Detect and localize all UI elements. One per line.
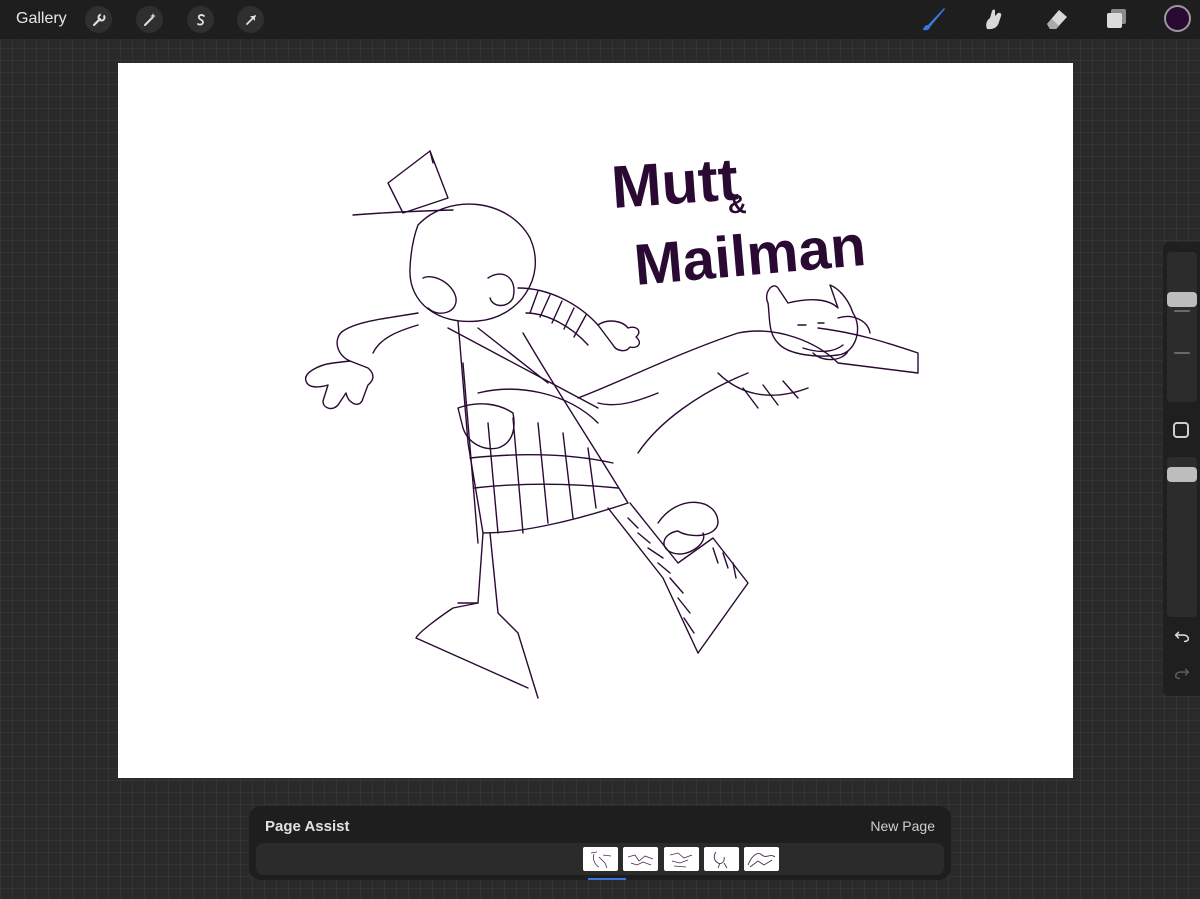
brush-size-thumb[interactable] [1167, 292, 1197, 307]
lettering-mailman: Mailman [631, 213, 868, 298]
sketch-artwork: Mutt & Mailman [304, 145, 919, 699]
page-thumbnail-2[interactable] [623, 847, 658, 871]
opacity-thumb[interactable] [1167, 467, 1197, 482]
eraser-icon[interactable] [1041, 4, 1071, 34]
new-page-button[interactable]: New Page [870, 818, 935, 834]
size-tick [1174, 310, 1190, 312]
brush-size-slider[interactable] [1167, 252, 1197, 402]
opacity-slider[interactable] [1167, 457, 1197, 617]
page-assist-panel: Page Assist New Page [249, 806, 951, 880]
selection-s-icon[interactable] [187, 6, 214, 33]
lettering-ampersand: & [728, 189, 747, 219]
smudge-icon[interactable] [979, 4, 1009, 34]
page-assist-title: Page Assist [265, 818, 350, 835]
layers-icon[interactable] [1102, 4, 1132, 34]
undo-icon[interactable] [1171, 625, 1193, 647]
color-picker-swatch[interactable] [1164, 5, 1191, 32]
page-thumbnail-strip [256, 843, 944, 880]
page-thumbnail-3[interactable] [664, 847, 699, 871]
gallery-button[interactable]: Gallery [16, 10, 67, 28]
modify-button[interactable] [1173, 422, 1189, 438]
brush-icon[interactable] [918, 4, 948, 34]
size-tick [1174, 352, 1190, 354]
page-thumbnail-4[interactable] [704, 847, 739, 871]
selected-page-indicator [588, 878, 626, 880]
drawing-canvas[interactable]: Mutt & Mailman [118, 63, 1073, 778]
redo-icon[interactable] [1171, 662, 1193, 684]
page-thumbnail-1[interactable] [583, 847, 618, 871]
top-toolbar: Gallery [0, 0, 1200, 39]
transform-arrow-icon[interactable] [237, 6, 264, 33]
lettering-mutt: Mutt [609, 145, 740, 221]
adjustments-wand-icon[interactable] [136, 6, 163, 33]
brush-sidebar [1163, 242, 1200, 696]
actions-wrench-icon[interactable] [85, 6, 112, 33]
page-thumbnail-5[interactable] [744, 847, 779, 871]
